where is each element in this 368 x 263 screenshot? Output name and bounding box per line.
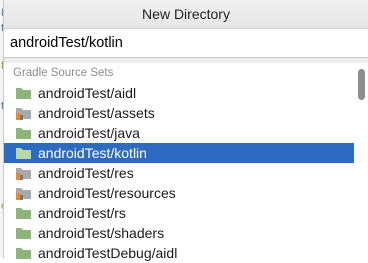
list-item-label: androidTestDebug/aidl <box>38 245 178 261</box>
resource-folder-icon <box>15 186 38 201</box>
plain-folder-icon <box>15 146 38 161</box>
new-directory-dialog: New Directory Gradle Source Sets android… <box>4 0 368 261</box>
list-item-label: androidTest/aidl <box>38 85 137 101</box>
list-item-label: androidTest/kotlin <box>38 145 147 161</box>
list-item-label: androidTest/resources <box>38 185 176 201</box>
list-item[interactable]: androidTest/assets <box>4 103 354 123</box>
vertical-scrollbar[interactable] <box>356 65 366 256</box>
plain-folder-icon <box>15 86 38 101</box>
directory-name-input[interactable] <box>10 35 310 51</box>
list-item-label: androidTest/java <box>38 125 140 141</box>
list-item[interactable]: androidTestDebug/aidl <box>4 243 354 263</box>
plain-folder-icon <box>15 226 38 241</box>
list-item-label: androidTest/shaders <box>38 225 165 241</box>
plain-folder-icon <box>15 206 38 221</box>
list-item[interactable]: androidTest/res <box>4 163 354 183</box>
list-item[interactable]: androidTest/java <box>4 123 354 143</box>
resource-folder-icon <box>15 166 38 181</box>
plain-folder-icon <box>15 246 38 261</box>
plain-folder-icon <box>15 126 38 141</box>
list-item-label: androidTest/rs <box>38 205 126 221</box>
dialog-title: New Directory <box>4 0 368 29</box>
resource-folder-icon <box>15 106 38 121</box>
list-item[interactable]: androidTest/rs <box>4 203 354 223</box>
list-item-label: androidTest/assets <box>38 105 155 121</box>
list-item[interactable]: androidTest/kotlin <box>4 143 354 163</box>
scrollbar-thumb[interactable] <box>358 69 365 100</box>
list-item[interactable]: androidTest/shaders <box>4 223 354 243</box>
suggestion-list[interactable]: Gradle Source Sets androidTest/aidl andro… <box>4 63 368 261</box>
list-item[interactable]: androidTest/resources <box>4 183 354 203</box>
list-item[interactable]: androidTest/aidl <box>4 83 354 103</box>
source-set-items: androidTest/aidl androidTest/assets androi… <box>4 83 354 263</box>
list-item-label: androidTest/res <box>38 165 134 181</box>
directory-name-field-wrap[interactable] <box>4 29 368 58</box>
section-header: Gradle Source Sets <box>13 67 114 79</box>
